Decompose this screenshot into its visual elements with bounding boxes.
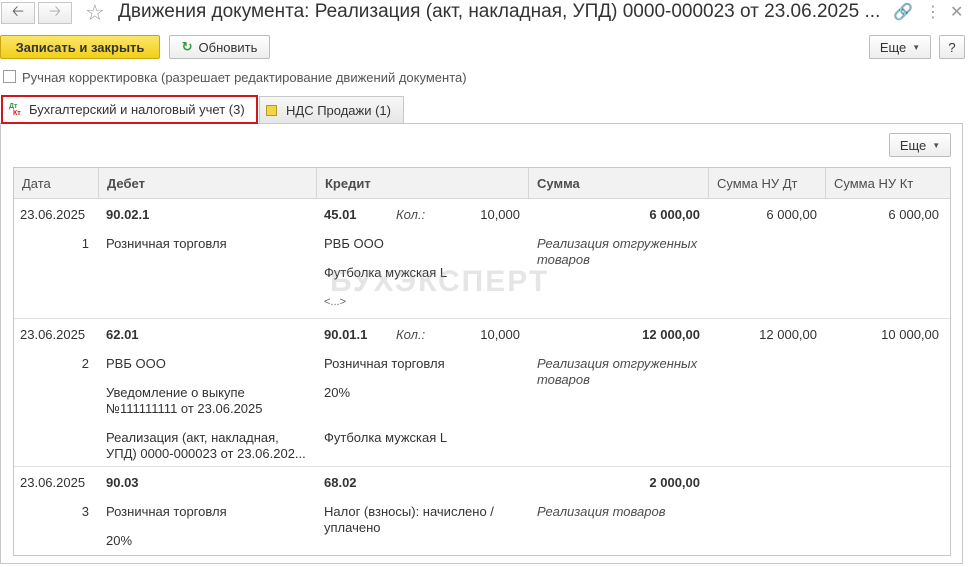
debit-subconto: РВБ ООО	[106, 356, 166, 371]
row-number: 3	[81, 504, 89, 519]
row-sum-nu-dt: 6 000,00	[766, 207, 817, 222]
debit-account: 90.03	[106, 475, 139, 490]
tab-accounting-label: Бухгалтерский и налоговый учет (3)	[29, 102, 245, 117]
more-button[interactable]: Еще ▼	[869, 35, 931, 59]
debit-subconto: Розничная торговля	[106, 236, 227, 251]
save-close-button[interactable]: Записать и закрыть	[0, 35, 160, 59]
chevron-down-icon: ▼	[932, 140, 941, 150]
row-sum: 12 000,00	[642, 327, 700, 342]
help-button[interactable]: ?	[939, 35, 965, 59]
refresh-icon: ↻	[181, 39, 193, 54]
qty-label: Кол.:	[396, 207, 426, 222]
credit-subconto: Розничная торговля	[324, 356, 445, 371]
debit-account: 62.01	[106, 327, 139, 342]
col-debit[interactable]: Дебет	[99, 168, 317, 199]
register-icon	[266, 105, 277, 116]
row-sum-nu-kt: 10 000,00	[881, 327, 939, 342]
star-icon[interactable]: ☆	[85, 0, 105, 26]
manual-edit-checkbox[interactable]	[3, 70, 16, 83]
qty-label: Кол.:	[396, 327, 426, 342]
dt-kt-icon: Дт Кт	[9, 102, 21, 117]
credit-subconto: Налог (взносы): начислено / уплачено	[324, 504, 494, 535]
refresh-button[interactable]: ↻ Обновить	[169, 35, 270, 59]
credit-subconto: РВБ ООО	[324, 236, 384, 251]
col-sum-nu-kt[interactable]: Сумма НУ Кт	[826, 168, 950, 199]
row-sum-nu-dt: 12 000,00	[759, 327, 817, 342]
row-date: 23.06.2025	[20, 207, 86, 222]
debit-subconto: Уведомление о выкупе №111111111 от 23.06…	[106, 385, 263, 416]
row-sum: 2 000,00	[649, 475, 700, 490]
credit-account: 45.01	[324, 207, 357, 222]
more-vertical-icon[interactable]: ⋮	[925, 2, 941, 22]
credit-subconto: Футболка мужская L	[324, 430, 448, 445]
row-content: Реализация отгруженных товаров	[537, 236, 698, 267]
refresh-label: Обновить	[198, 39, 258, 55]
table-more-button[interactable]: Еще ▼	[889, 133, 951, 157]
credit-account: 90.01.1	[324, 327, 368, 342]
table-row[interactable]: 23.06.2025 3 90.03 Розничная торговля 20…	[14, 467, 950, 555]
debit-subconto: 20%	[106, 533, 133, 548]
manual-edit-label: Ручная корректировка (разрешает редактир…	[22, 70, 467, 85]
forward-button[interactable]: 🡢	[38, 2, 72, 24]
table-row[interactable]: 23.06.2025 1 90.02.1 Розничная торговля …	[14, 199, 950, 319]
credit-qty: 10,000	[480, 207, 520, 222]
back-button[interactable]: 🡠	[1, 2, 35, 24]
row-content: Реализация товаров	[537, 504, 666, 519]
credit-subconto: Футболка мужская L	[324, 265, 448, 280]
row-sum-nu-kt: 6 000,00	[888, 207, 939, 222]
tab-vat-sales[interactable]: НДС Продажи (1)	[259, 96, 404, 124]
row-date: 23.06.2025	[20, 475, 86, 490]
arrow-right-icon: 🡢	[48, 2, 62, 20]
col-sum-nu-dt[interactable]: Сумма НУ Дт	[709, 168, 826, 199]
tab-accounting[interactable]: Дт Кт Бухгалтерский и налоговый учет (3)	[1, 95, 258, 124]
debit-account: 90.02.1	[106, 207, 150, 222]
table-header: Дата Дебет Кредит Сумма Сумма НУ Дт Сумм…	[14, 168, 950, 199]
credit-qty: 10,000	[480, 327, 520, 342]
credit-subconto-more: <...>	[324, 296, 347, 308]
row-date: 23.06.2025	[20, 327, 86, 342]
more-label: Еще	[879, 39, 907, 55]
row-sum: 6 000,00	[649, 207, 700, 222]
window-title: Движения документа: Реализация (акт, нак…	[118, 1, 881, 22]
col-date[interactable]: Дата	[14, 168, 99, 199]
table-row[interactable]: 23.06.2025 2 62.01 РВБ ООО Уведомление о…	[14, 319, 950, 467]
row-number: 2	[81, 356, 89, 371]
col-credit[interactable]: Кредит	[317, 168, 529, 199]
row-content: Реализация отгруженных товаров	[537, 356, 698, 387]
col-sum[interactable]: Сумма	[529, 168, 709, 199]
row-number: 1	[81, 236, 89, 251]
debit-subconto: Розничная торговля	[106, 504, 227, 519]
tab-vat-sales-label: НДС Продажи (1)	[286, 103, 391, 118]
link-icon[interactable]: 🔗	[893, 2, 913, 22]
chevron-down-icon: ▼	[912, 42, 921, 52]
table-more-label: Еще	[899, 137, 927, 153]
debit-subconto: Реализация (акт, накладная, УПД) 0000-00…	[106, 430, 306, 461]
arrow-left-icon: 🡠	[11, 2, 25, 20]
close-icon[interactable]: ✕	[950, 2, 963, 22]
credit-account: 68.02	[324, 475, 357, 490]
movements-table[interactable]: Дата Дебет Кредит Сумма Сумма НУ Дт Сумм…	[13, 167, 951, 556]
credit-subconto: 20%	[324, 385, 351, 400]
